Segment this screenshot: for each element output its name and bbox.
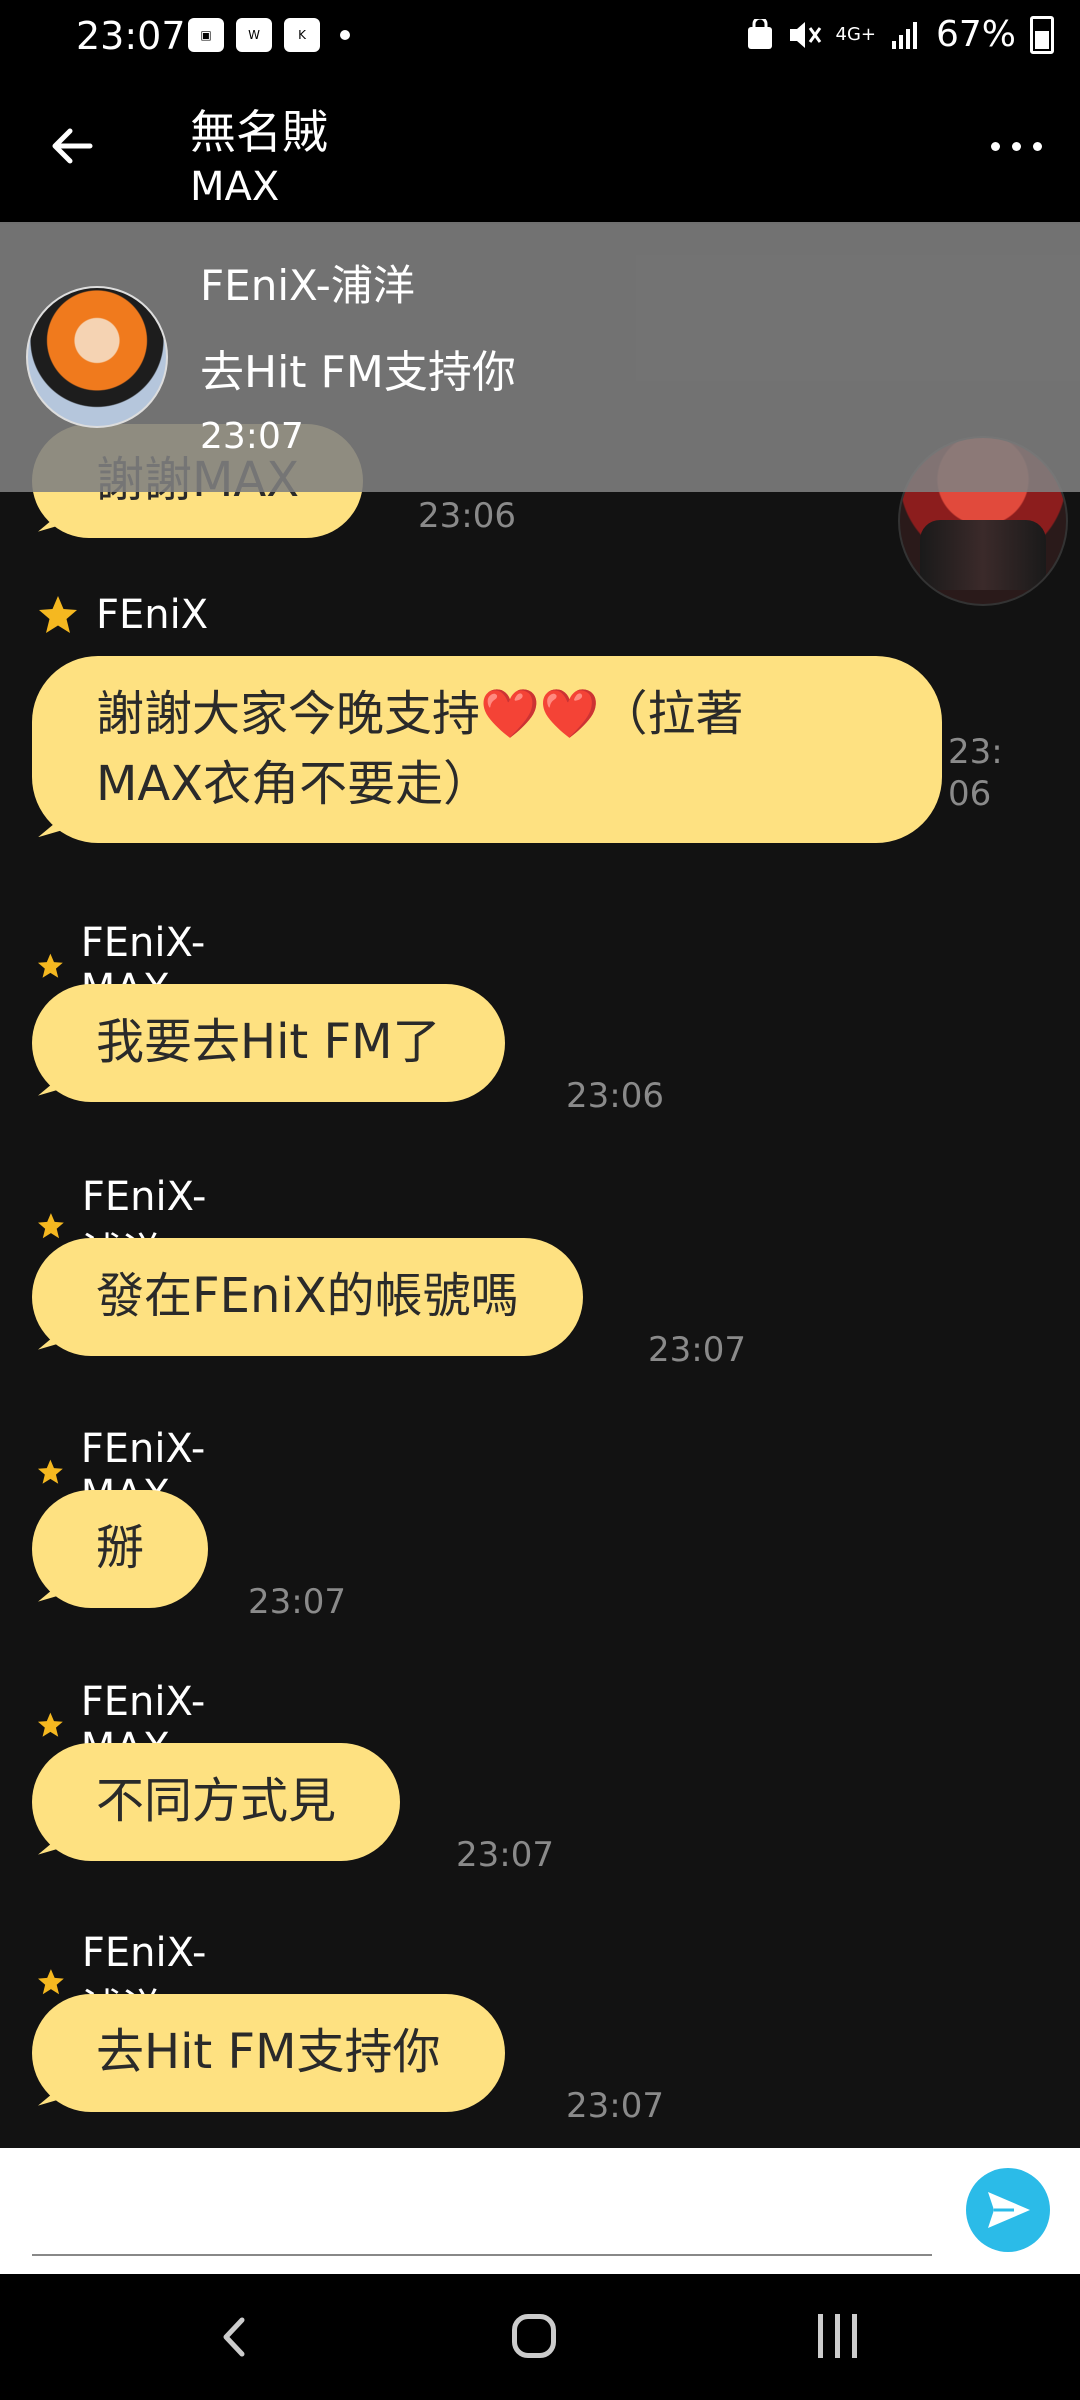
- message-notification[interactable]: FEniX-浦洋 去Hit FM支持你 23:07: [0, 222, 1080, 492]
- more-options-button[interactable]: [991, 142, 1042, 151]
- message-time: 23:06: [566, 1076, 664, 1116]
- nav-home-icon[interactable]: [512, 2314, 556, 2358]
- message-bubble[interactable]: 謝謝大家今晚支持❤️❤️（拉著 MAX衣角不要走）: [32, 656, 942, 844]
- status-time: 23:07: [76, 14, 186, 58]
- battery-percent: 67%: [935, 14, 1016, 55]
- nav-recents-icon[interactable]: [818, 2314, 857, 2358]
- input-underline: [32, 2254, 932, 2256]
- chat-subtitle: MAX: [190, 164, 280, 210]
- message-time: 23:: [948, 732, 1003, 772]
- signal-icon: [891, 21, 917, 49]
- system-navigation-bar: [0, 2274, 1080, 2400]
- message-text-line: 謝謝大家今晚支持❤️❤️（拉著: [96, 686, 744, 742]
- message-bubble[interactable]: 我要去Hit FM了: [32, 984, 505, 1102]
- message-time: 23:07: [648, 1330, 746, 1370]
- message-bubble[interactable]: 去Hit FM支持你: [32, 1994, 505, 2112]
- message-text-line: MAX衣角不要走）: [96, 755, 492, 812]
- message-time: 06: [948, 774, 992, 814]
- star-icon: [37, 953, 63, 978]
- chat-title: 無名賊: [190, 105, 328, 159]
- more-dot-icon: [991, 142, 1000, 151]
- chat-header: 無名賊 MAX: [0, 74, 1080, 224]
- more-notifications-dot-icon: [340, 30, 350, 40]
- notification-time: 23:07: [200, 416, 304, 457]
- composer: [0, 2148, 1080, 2274]
- arrow-left-icon: [52, 128, 93, 164]
- message-time: 23:07: [248, 1582, 346, 1622]
- star-icon: [37, 1712, 63, 1737]
- battery-icon: [1030, 15, 1054, 54]
- back-button[interactable]: [42, 116, 102, 176]
- status-bar: 23:07 ▣ W K 4G+ 67%: [0, 0, 1080, 74]
- message-bubble[interactable]: 掰: [32, 1490, 209, 1608]
- star-icon: [39, 596, 77, 633]
- bag-icon: [747, 18, 772, 49]
- message-bubble[interactable]: 發在FEniX的帳號嗎: [32, 1238, 583, 1356]
- more-dot-icon: [1033, 142, 1042, 151]
- sender-avatar: [26, 286, 168, 428]
- star-icon: [37, 1459, 63, 1484]
- notification-icons: ▣ W K: [188, 18, 350, 52]
- message-bubble[interactable]: 不同方式見: [32, 1743, 401, 1861]
- message-input[interactable]: [32, 2168, 936, 2250]
- more-dot-icon: [1012, 142, 1021, 151]
- message-time: 23:06: [418, 496, 516, 536]
- sender-name: FEniX: [96, 592, 209, 638]
- message-time: 23:07: [566, 2086, 664, 2126]
- message-time: 23:07: [456, 1835, 554, 1875]
- k-app-icon: K: [284, 18, 320, 52]
- webtoon-icon: W: [236, 18, 272, 52]
- send-icon: [988, 2192, 1030, 2228]
- nav-back-icon[interactable]: [212, 2314, 258, 2360]
- mute-icon: [789, 21, 821, 48]
- network-type: 4G+: [835, 23, 876, 45]
- notification-sender: FEniX-浦洋: [200, 261, 415, 310]
- system-icons: 4G+ 67%: [746, 14, 1054, 55]
- send-button[interactable]: [966, 2168, 1050, 2252]
- notification-text: 去Hit FM支持你: [200, 347, 516, 398]
- gallery-icon: ▣: [188, 18, 224, 52]
